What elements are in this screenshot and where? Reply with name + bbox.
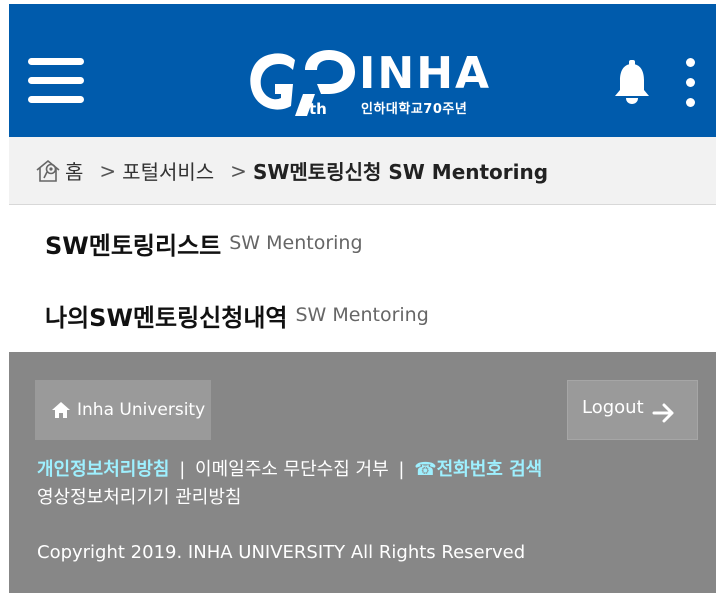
- home-button-label: Inha University: [77, 400, 206, 420]
- inha-university-home-button[interactable]: Inha University: [35, 380, 211, 440]
- email-collection-refusal-link[interactable]: 이메일주소 무단수집 거부: [195, 459, 389, 480]
- kebab-dot: [686, 98, 695, 107]
- breadcrumb-home[interactable]: 홈: [65, 156, 83, 185]
- kebab-icon[interactable]: [683, 58, 697, 108]
- breadcrumb: 홈 > 포털서비스 > SW멘토링신청 SW Mentoring: [9, 137, 716, 205]
- list-item-title: SW멘토링리스트: [45, 231, 222, 260]
- breadcrumb-current: SW멘토링신청 SW Mentoring: [252, 160, 549, 184]
- phone-directory-link[interactable]: ☎전화번호 검색: [414, 459, 542, 480]
- breadcrumb-separator: >: [99, 158, 117, 183]
- app-frame: th INHA 인하대학교70주년 홈 > 포털서비스 > SW멘토링신청 SW…: [9, 4, 716, 593]
- footer: Inha University Logout 개인정보처리방침 | 이메일주소 …: [9, 352, 716, 593]
- hamburger-menu-button[interactable]: [28, 58, 84, 104]
- footer-links-row1: 개인정보처리방침 | 이메일주소 무단수집 거부 | ☎전화번호 검색: [37, 456, 542, 484]
- breadcrumb-portal-services[interactable]: 포털서비스: [122, 156, 214, 185]
- gp-70th-logo-icon: th: [250, 50, 355, 116]
- kebab-dot: [686, 78, 695, 87]
- list-item-title: 나의SW멘토링신청내역: [45, 303, 288, 332]
- logo-anniversary-text: 인하대학교70주년: [361, 102, 468, 117]
- hamburger-icon-bar: [28, 96, 84, 103]
- kebab-dot: [686, 58, 695, 67]
- cctv-policy-link[interactable]: 영상정보처리기기 관리방침: [37, 487, 241, 508]
- list-item-subtitle: SW Mentoring: [295, 304, 429, 326]
- phone-icon: ☎: [414, 459, 437, 480]
- footer-separator: |: [179, 459, 186, 480]
- phone-directory-label: 전화번호 검색: [436, 459, 543, 480]
- footer-links: 개인정보처리방침 | 이메일주소 무단수집 거부 | ☎전화번호 검색 영상정보…: [37, 456, 542, 512]
- copyright-text: Copyright 2019. INHA UNIVERSITY All Righ…: [37, 542, 526, 563]
- hamburger-icon: [28, 58, 84, 65]
- arrow-right-icon: [652, 403, 674, 423]
- inha-logo[interactable]: th INHA 인하대학교70주년: [247, 50, 497, 120]
- logout-button[interactable]: Logout: [567, 380, 698, 440]
- bell-icon[interactable]: [613, 60, 651, 104]
- list-item-subtitle: SW Mentoring: [229, 232, 363, 254]
- privacy-policy-link[interactable]: 개인정보처리방침: [37, 459, 169, 480]
- home-location-icon[interactable]: [35, 158, 61, 184]
- logo-inha-text: INHA: [359, 48, 492, 99]
- footer-links-row2: 영상정보처리기기 관리방침: [37, 484, 542, 512]
- logout-label: Logout: [582, 397, 644, 418]
- list-item-my-sw-mentoring-applications[interactable]: 나의SW멘토링신청내역 SW Mentoring: [9, 278, 716, 353]
- app-header: th INHA 인하대학교70주년: [9, 4, 716, 137]
- house-icon: [52, 402, 70, 418]
- logo-th-text: th: [309, 100, 327, 116]
- footer-separator: |: [398, 459, 405, 480]
- hamburger-icon-bar: [28, 77, 84, 84]
- list-item-sw-mentoring-list[interactable]: SW멘토링리스트 SW Mentoring: [9, 206, 716, 281]
- breadcrumb-separator: >: [230, 158, 247, 183]
